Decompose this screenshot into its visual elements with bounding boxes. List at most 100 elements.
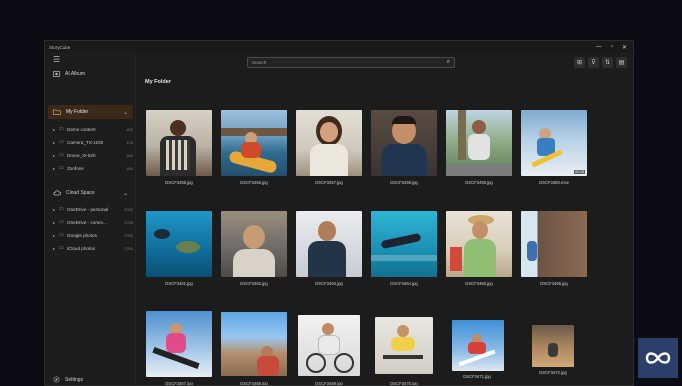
app-window: StoryCube — ▫ ✕ ☰ AI Album My Folder ⌄ ▸…	[44, 40, 634, 386]
cloud-count: 2765	[124, 232, 133, 238]
photo-filename: DSCF3463.jpg	[315, 281, 343, 286]
cloud-space-nav[interactable]: Cloud Space ⌄	[48, 187, 133, 199]
photo-filename: DSCF3468.jpg	[240, 381, 268, 386]
close-icon[interactable]: ✕	[622, 44, 627, 51]
my-folder-label: My Folder	[66, 109, 89, 115]
photo-thumbnail[interactable]	[146, 311, 212, 377]
photo-filename: DSCF3461.jpg	[165, 281, 193, 286]
search-input[interactable]: Search ⌕	[247, 57, 455, 68]
tree-item-camera[interactable]: ▸ ▭ Camera_TX-1100 125	[53, 137, 133, 147]
tree-item-zonfone[interactable]: ▸ ▭ Zonfone 460	[53, 163, 133, 173]
photo-thumbnail[interactable]	[146, 110, 212, 176]
photo-filename: DSCF3457.jpg	[315, 180, 343, 185]
cloud-icon	[53, 190, 61, 196]
photo-thumbnail[interactable]	[375, 317, 433, 374]
cloud-space-label: Cloud Space	[66, 190, 95, 196]
window-controls: — ▫ ✕	[596, 44, 627, 51]
infinity-logo-icon	[645, 352, 671, 364]
tree-item-onedrive-personal[interactable]: ▸ ▭ OneDrive - personal 2765	[53, 204, 133, 214]
photo-thumbnail[interactable]	[221, 211, 287, 277]
folder-icon: ▭	[59, 139, 64, 145]
photo-thumbnail[interactable]	[146, 211, 212, 277]
photo-thumbnail[interactable]	[221, 312, 287, 376]
cloud-count: 2765	[124, 219, 133, 225]
list-view-icon[interactable]: ▤	[616, 57, 627, 68]
photo-filename: DSCF3458.jpg	[390, 180, 418, 185]
tree-item-drone[interactable]: ▸ ▭ Drone_XI-520 180	[53, 150, 133, 160]
photo-filename: DSCF3466.jpg	[540, 281, 568, 286]
page-title: My Folder	[145, 79, 171, 85]
folder-name: Zonfone	[67, 165, 84, 171]
photo-thumbnail[interactable]	[532, 325, 574, 367]
title-bar: StoryCube — ▫ ✕	[45, 41, 633, 53]
photo-filename: DSCF3455.jpg	[165, 180, 193, 185]
tree-item-onedrive-comm[interactable]: ▸ ▭ OneDrive - comm... 2765	[53, 217, 133, 227]
photo-filename: DSCF3471.jpg	[463, 374, 491, 379]
search-icon[interactable]: ⌕	[447, 59, 450, 66]
cloud-count: 2765	[124, 245, 133, 251]
photo-thumbnail[interactable]	[446, 211, 512, 277]
ai-album-icon	[53, 71, 60, 77]
photo-thumbnail[interactable]	[296, 110, 362, 176]
photo-thumbnail[interactable]	[371, 110, 437, 176]
cloud-count: 2765	[124, 206, 133, 212]
video-thumbnail[interactable]: 00:28	[521, 110, 587, 176]
tree-item-demo-content[interactable]: ▸ ▭ Demo content 405	[53, 124, 133, 134]
folder-icon: ▭	[59, 232, 64, 238]
main-panel: Search ⌕ ⊞ ⊽ ⇅ ▤ My Folder DSCF3455.jpg …	[136, 53, 633, 385]
filter-icon[interactable]: ⊽	[588, 57, 599, 68]
sort-icon[interactable]: ⇅	[602, 57, 613, 68]
maximize-icon[interactable]: ▫	[611, 44, 613, 51]
cloud-name: Google photos	[67, 232, 97, 238]
hamburger-menu-icon[interactable]: ☰	[53, 55, 60, 64]
photo-filename: DSCF3456.jpg	[240, 180, 268, 185]
photo-filename: DSCF3467.jpg	[165, 381, 193, 386]
folder-name: Camera_TX-1100	[67, 139, 104, 145]
photo-thumbnail[interactable]	[296, 211, 362, 277]
minimize-icon[interactable]: —	[596, 44, 602, 51]
chevron-down-icon[interactable]: ⌄	[123, 109, 128, 116]
folder-icon: ▭	[59, 126, 64, 132]
folder-count: 460	[126, 165, 133, 171]
folder-count: 405	[126, 126, 133, 132]
tree-item-icloud-photos[interactable]: ▸ ▭ iCloud photos 2765	[53, 243, 133, 253]
photo-filename: DSCF3470.jpg	[390, 381, 418, 386]
folder-icon: ▭	[59, 245, 64, 251]
ai-album-label: AI Album	[65, 71, 86, 77]
photo-filename: DSCF3465.jpg	[465, 281, 493, 286]
chevron-down-icon[interactable]: ⌄	[123, 190, 128, 197]
settings-label: Settings	[65, 376, 84, 383]
photo-thumbnail[interactable]	[446, 110, 512, 176]
my-folder-nav[interactable]: My Folder ⌄	[48, 105, 133, 119]
app-title: StoryCube	[49, 44, 71, 50]
cloud-name: iCloud photos	[67, 245, 96, 251]
view-grid-icon[interactable]: ⊞	[574, 57, 585, 68]
folder-name: Demo content	[67, 126, 96, 132]
settings-nav[interactable]: Settings	[53, 376, 83, 383]
photo-thumbnail[interactable]	[371, 211, 437, 277]
photo-filename: DSCF3462.jpg	[240, 281, 268, 286]
video-duration-badge: 00:28	[574, 170, 585, 174]
folder-icon: ▭	[59, 219, 64, 225]
photo-filename: DSCF3459.jpg	[465, 180, 493, 185]
photo-filename: DSCF3469.jpg	[315, 381, 343, 386]
cloud-name: OneDrive - personal	[67, 206, 109, 212]
brand-logo	[638, 338, 678, 378]
gear-icon	[53, 376, 60, 383]
folder-count: 180	[126, 152, 133, 158]
photo-thumbnail[interactable]	[221, 110, 287, 176]
toolbar-actions: ⊞ ⊽ ⇅ ▤	[574, 57, 627, 68]
search-placeholder: Search	[252, 60, 267, 65]
photo-thumbnail[interactable]	[521, 211, 587, 277]
photo-filename: DSCF3464.jpg	[390, 281, 418, 286]
photo-filename: DSCF3460.mov	[539, 180, 569, 185]
nav-ai-album[interactable]: AI Album	[53, 71, 85, 77]
folder-icon	[53, 109, 61, 115]
folder-count: 125	[126, 139, 133, 145]
folder-icon: ▭	[59, 165, 64, 171]
tree-item-google-photos[interactable]: ▸ ▭ Google photos 2765	[53, 230, 133, 240]
photo-filename: DSCF3472.jpg	[539, 370, 567, 375]
photo-thumbnail[interactable]	[452, 320, 504, 371]
photo-thumbnail[interactable]	[298, 315, 360, 376]
folder-icon: ▭	[59, 152, 64, 158]
